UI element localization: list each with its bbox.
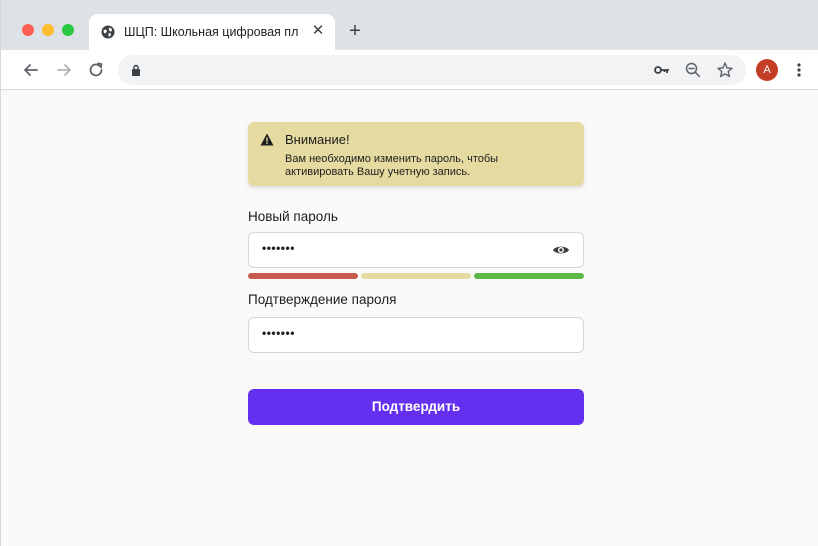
tab-title: ШЦП: Школьная цифровая пл <box>124 25 299 39</box>
tab-close-icon[interactable]: ✕ <box>310 23 326 39</box>
new-password-label: Новый пароль <box>248 209 338 224</box>
warning-alert: Внимание! Вам необходимо изменить пароль… <box>248 122 584 186</box>
globe-icon <box>101 25 115 39</box>
kebab-menu-icon[interactable] <box>791 59 807 81</box>
strength-segment-medium <box>361 273 471 279</box>
new-tab-button[interactable]: + <box>344 20 366 42</box>
warning-icon <box>260 133 274 146</box>
back-arrow-icon[interactable] <box>20 59 42 81</box>
submit-button[interactable]: Подтвердить <box>248 389 584 425</box>
profile-avatar[interactable]: A <box>756 59 778 81</box>
reload-icon[interactable] <box>85 59 107 81</box>
forward-arrow-icon[interactable] <box>53 59 75 81</box>
address-bar[interactable] <box>118 55 746 85</box>
browser-tab[interactable]: ШЦП: Школьная цифровая пл ✕ <box>89 14 335 50</box>
confirm-password-input[interactable]: ••••••• <box>248 317 584 353</box>
strength-segment-weak <box>248 273 358 279</box>
lock-icon[interactable] <box>131 64 141 76</box>
browser-window: ШЦП: Школьная цифровая пл ✕ + A Внимание… <box>0 0 818 546</box>
alert-title: Внимание! <box>285 132 350 147</box>
strength-segment-strong <box>474 273 584 279</box>
confirm-password-label: Подтверждение пароля <box>248 292 397 307</box>
password-strength-meter <box>248 273 584 279</box>
page-content: Внимание! Вам необходимо изменить пароль… <box>1 91 818 546</box>
confirm-password-value: ••••••• <box>262 326 295 340</box>
maximize-window-button[interactable] <box>62 24 74 36</box>
browser-toolbar: A <box>1 50 818 90</box>
tab-bar: ШЦП: Школьная цифровая пл ✕ + <box>1 0 818 50</box>
star-icon[interactable] <box>716 61 734 79</box>
zoom-out-icon[interactable] <box>684 61 702 79</box>
eye-icon[interactable] <box>552 243 570 257</box>
minimize-window-button[interactable] <box>42 24 54 36</box>
close-window-button[interactable] <box>22 24 34 36</box>
new-password-input[interactable]: ••••••• <box>248 232 584 268</box>
alert-message: Вам необходимо изменить пароль, чтобы ак… <box>285 153 499 178</box>
new-password-value: ••••••• <box>262 241 295 255</box>
key-icon[interactable] <box>653 61 671 79</box>
